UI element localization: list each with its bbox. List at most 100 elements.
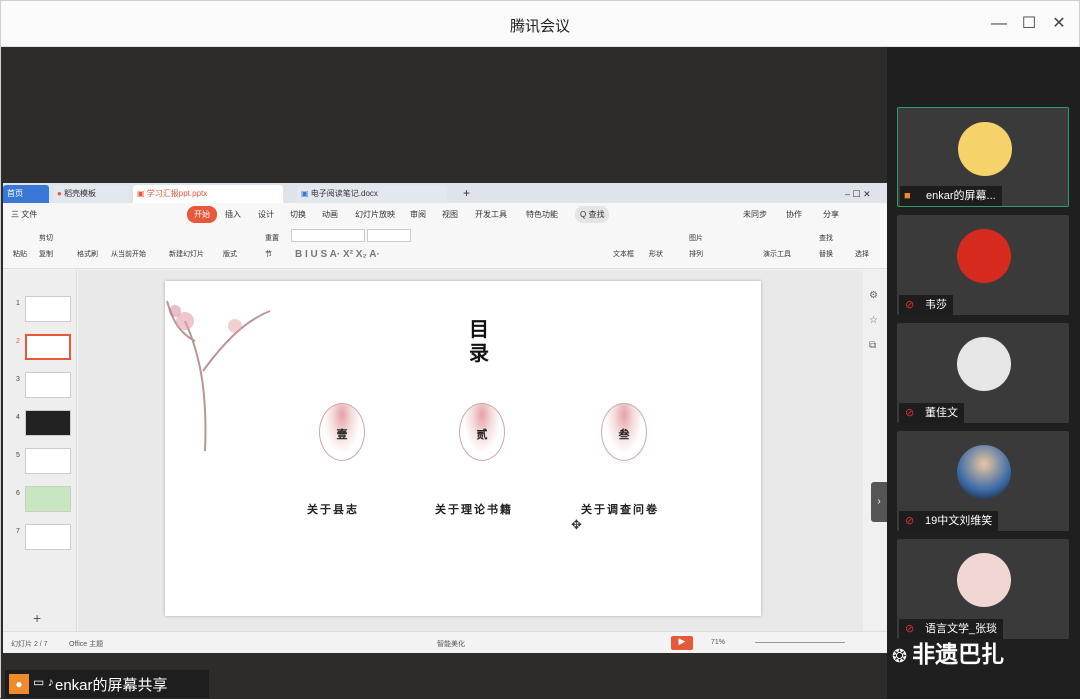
item-label-2: 关于理论书籍	[435, 503, 513, 516]
avatar	[957, 337, 1011, 391]
ppt-icon: ▣	[137, 189, 147, 198]
wps-tab-bar: 首页 ● 稻壳模板 ▣ 学习汇报ppt.pptx ▣ 电子阅读笔记.docx +…	[3, 183, 887, 203]
avatar	[958, 122, 1012, 176]
participant-card[interactable]: ⊘ 语言文学_张琰	[897, 539, 1069, 639]
participant-name: ⊘ 19中文刘维笑	[899, 511, 999, 531]
participant-card[interactable]: ⊘ 韦莎	[897, 215, 1069, 315]
maximize-icon[interactable]: ☐	[1018, 13, 1040, 35]
play-icon[interactable]: ▶	[671, 636, 693, 650]
presentation-tools-button[interactable]: 演示工具	[763, 249, 791, 259]
collab-button[interactable]: 协作	[786, 209, 802, 220]
avatar	[957, 445, 1011, 499]
mouse-cursor-icon: ✥	[571, 517, 582, 532]
arrange-button[interactable]: 排列	[689, 249, 703, 259]
section-button[interactable]: 节	[265, 249, 272, 259]
slide-thumbnail[interactable]	[25, 486, 71, 512]
menu-devtools[interactable]: 开发工具	[475, 209, 507, 220]
copy-icon[interactable]: ⧉	[869, 340, 876, 351]
participant-panel: ■ enkar的屏幕... ⊘ 韦莎 ⊘ 董佳文 ⊘ 19中文刘维笑 ⊘ 语言文学_张琰	[887, 47, 1080, 699]
item-number: 壹	[336, 428, 348, 441]
slide-thumbnail-selected[interactable]	[25, 334, 71, 360]
slide-number: 5	[16, 452, 20, 459]
item-number: 贰	[476, 428, 488, 441]
slide-thumbnails-panel: 1 2 3 4 5 6 7 +	[3, 270, 77, 631]
unsync-status[interactable]: 未同步	[743, 209, 767, 220]
share-button[interactable]: 分享	[823, 209, 839, 220]
menu-features[interactable]: 特色功能	[526, 209, 558, 220]
menu-review[interactable]: 审阅	[410, 209, 426, 220]
tab-home[interactable]: 首页	[3, 185, 49, 203]
avatar	[957, 553, 1011, 607]
wps-ribbon: 粘贴 剪切 复制 格式刷 从当前开始 新建幻灯片 版式 重置 节 B I U S…	[3, 225, 887, 269]
theme-name: Office 主题	[69, 641, 104, 648]
textbox-button[interactable]: 文本框	[613, 249, 634, 259]
menu-home[interactable]: 开始	[187, 206, 217, 223]
slide-thumbnail[interactable]	[25, 448, 71, 474]
find-button[interactable]: 查找	[819, 233, 833, 243]
plum-branch-decoration	[166, 300, 271, 452]
tab-docer[interactable]: ● 稻壳模板	[53, 185, 129, 203]
zoom-level[interactable]: 71%	[711, 639, 725, 646]
menu-design[interactable]: 设计	[258, 209, 274, 220]
zoom-slider[interactable]	[755, 642, 845, 643]
font-name-select[interactable]	[291, 229, 365, 242]
menu-animation[interactable]: 动画	[322, 209, 338, 220]
right-toolbar: ⚙ ☆ ⧉ ›	[863, 270, 887, 631]
participant-card[interactable]: ■ enkar的屏幕...	[897, 107, 1069, 207]
tab-doc[interactable]: ▣ 电子阅读笔记.docx	[297, 185, 447, 203]
slide-number: 2	[16, 338, 20, 345]
window-title: 腾讯会议	[509, 18, 570, 35]
doc-icon: ▣	[301, 189, 311, 198]
beautify-button[interactable]: 智能美化	[437, 639, 465, 649]
font-style-icons[interactable]: B I U S A· X² X₂ A·	[295, 249, 380, 260]
avatar	[957, 229, 1011, 283]
user-icon: ■	[904, 190, 911, 202]
item-oval-3: 叁	[601, 403, 647, 461]
star-icon[interactable]: ☆	[869, 315, 878, 326]
close-icon[interactable]: ✕	[1048, 13, 1070, 35]
menu-file[interactable]: 三 文件	[11, 209, 37, 220]
status-bar: 幻灯片 2 / 7 Office 主题 智能美化 ▶ 71%	[3, 631, 887, 653]
select-button[interactable]: 选择	[855, 249, 869, 259]
item-oval-2: 贰	[459, 403, 505, 461]
search-button[interactable]: Q 查找	[575, 206, 610, 223]
slide-thumbnail[interactable]	[25, 372, 71, 398]
new-tab-icon[interactable]: +	[459, 185, 475, 203]
cut-button[interactable]: 剪切	[39, 233, 53, 243]
wps-window-controls[interactable]: – ☐ ✕	[841, 185, 881, 203]
screen-share-label: ● ▭ ♪ enkar的屏幕共享	[5, 670, 209, 698]
replace-button[interactable]: 替换	[819, 249, 833, 259]
add-slide-icon[interactable]: +	[33, 610, 41, 626]
participant-card[interactable]: ⊘ 19中文刘维笑	[897, 431, 1069, 531]
paste-button[interactable]: 粘贴	[13, 249, 27, 259]
mic-off-icon: ⊘	[905, 515, 915, 527]
play-from-current-button[interactable]: 从当前开始	[111, 249, 146, 259]
slide-counter: 幻灯片 2 / 7	[11, 641, 48, 648]
format-painter-button[interactable]: 格式刷	[77, 249, 98, 259]
panel-toggle-icon[interactable]: ›	[871, 482, 887, 522]
slide-thumbnail[interactable]	[25, 410, 71, 436]
settings-icon[interactable]: ⚙	[869, 290, 878, 301]
minimize-icon[interactable]: —	[988, 13, 1010, 35]
menu-view[interactable]: 视图	[442, 209, 458, 220]
meeting-window: 腾讯会议 — ☐ ✕ 首页 ● 稻壳模板 ▣ 学习汇报ppt.pptx ▣ 电子…	[0, 0, 1080, 699]
watermark: ❂ 非遗巴扎	[892, 641, 1005, 667]
tab-ppt[interactable]: ▣ 学习汇报ppt.pptx	[133, 185, 283, 203]
layout-button[interactable]: 版式	[223, 249, 237, 259]
slide-number: 1	[16, 300, 20, 307]
title-bar: 腾讯会议 — ☐ ✕	[1, 1, 1079, 47]
shared-wps-window: 首页 ● 稻壳模板 ▣ 学习汇报ppt.pptx ▣ 电子阅读笔记.docx +…	[3, 183, 887, 653]
slide-content: 目录 壹 贰 叁 关于县志 关于理论书籍 关于调查问卷 ✥	[165, 281, 761, 616]
reset-button[interactable]: 重置	[265, 233, 279, 243]
shape-button[interactable]: 形状	[649, 249, 663, 259]
slide-thumbnail[interactable]	[25, 296, 71, 322]
picture-button[interactable]: 图片	[689, 233, 703, 243]
font-size-select[interactable]	[367, 229, 411, 242]
copy-button[interactable]: 复制	[39, 249, 53, 259]
menu-slideshow[interactable]: 幻灯片放映	[355, 209, 395, 220]
menu-transition[interactable]: 切换	[290, 209, 306, 220]
new-slide-button[interactable]: 新建幻灯片	[169, 249, 204, 259]
slide-thumbnail[interactable]	[25, 524, 71, 550]
menu-insert[interactable]: 插入	[225, 209, 241, 220]
participant-card[interactable]: ⊘ 董佳文	[897, 323, 1069, 423]
